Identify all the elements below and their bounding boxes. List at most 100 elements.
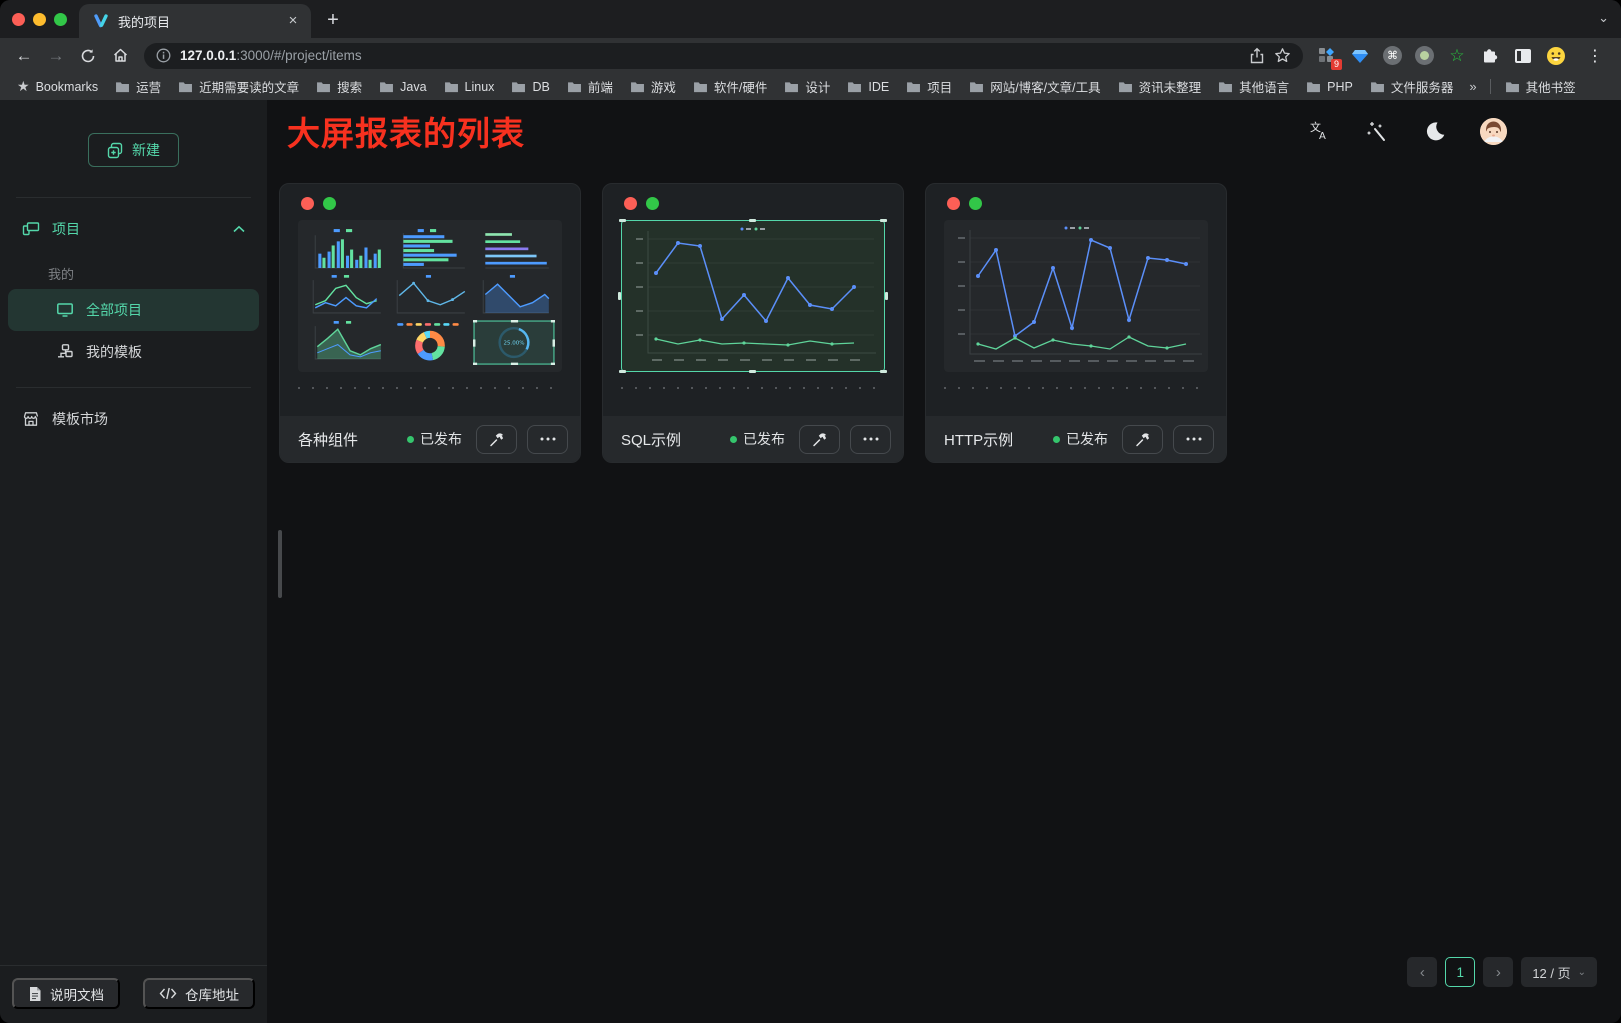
bookmark-star-icon[interactable] <box>1274 47 1291 64</box>
bookmark-folder[interactable]: 搜索 <box>309 75 369 98</box>
next-page-button[interactable]: › <box>1483 957 1513 987</box>
folder-icon <box>693 81 708 93</box>
dark-mode-button[interactable] <box>1422 118 1448 144</box>
command-extension-icon[interactable]: ⌘ <box>1383 46 1402 65</box>
bookmark-folder[interactable]: 游戏 <box>623 75 683 98</box>
folder-icon <box>444 81 459 93</box>
folder-icon <box>178 81 193 93</box>
storefront-icon <box>22 410 40 428</box>
site-info-icon[interactable] <box>156 48 171 63</box>
mini-bar-chart <box>305 227 387 272</box>
bookmark-folder[interactable]: 近期需要读的文章 <box>171 75 306 98</box>
scrollbar-thumb[interactable] <box>278 530 282 598</box>
bookmarks-root-folder[interactable]: ★Bookmarks <box>10 76 105 97</box>
edit-project-button[interactable] <box>799 425 840 454</box>
browser-tab[interactable]: 我的项目 × <box>79 4 311 38</box>
chevron-up-icon[interactable] <box>233 225 245 233</box>
project-card[interactable]: HTTP示例 已发布 <box>925 183 1227 463</box>
more-actions-button[interactable] <box>527 425 568 454</box>
bookmarks-overflow-chevron[interactable]: » <box>1463 79 1482 94</box>
tampermonkey-extension-icon[interactable]: 9 <box>1317 46 1337 66</box>
close-window-button[interactable] <box>12 13 25 26</box>
bookmark-folder[interactable]: 文件服务器 <box>1363 75 1461 98</box>
sidebar-item-all-projects[interactable]: 全部项目 <box>8 289 259 331</box>
repo-button[interactable]: 仓库地址 <box>143 978 255 1009</box>
profile-emoji-icon[interactable] <box>1546 46 1566 66</box>
card-green-dot <box>323 197 336 210</box>
forward-button[interactable]: → <box>42 42 70 70</box>
sidebar-sub-label: 我的 <box>8 250 259 289</box>
sidebar-item-my-templates[interactable]: 我的模板 <box>8 331 259 373</box>
sidebar-group-projects[interactable]: 项目 <box>8 208 259 250</box>
bookmark-folder[interactable]: 网站/博客/文章/工具 <box>962 75 1107 98</box>
home-button[interactable] <box>106 42 134 70</box>
green-star-extension-icon[interactable]: ☆ <box>1447 46 1467 66</box>
main-content: 大屏报表的列表 文A <box>267 100 1621 1023</box>
extensions-puzzle-icon[interactable] <box>1480 46 1500 66</box>
theme-wand-button[interactable] <box>1364 118 1390 144</box>
zoom-window-button[interactable] <box>54 13 67 26</box>
bookmark-folder[interactable]: 项目 <box>899 75 959 98</box>
status-dot <box>407 436 414 443</box>
docs-button[interactable]: 说明文档 <box>12 978 120 1009</box>
mini-line-chart-single <box>389 274 471 319</box>
record-extension-icon[interactable] <box>1415 46 1434 65</box>
page-size-select[interactable]: 12 / 页⌄ <box>1521 957 1597 987</box>
other-bookmarks-folder[interactable]: 其他书签 <box>1498 75 1583 98</box>
bookmark-folder[interactable]: 前端 <box>560 75 620 98</box>
folder-icon <box>630 81 645 93</box>
project-thumbnail-selected[interactable] <box>621 220 885 372</box>
new-tab-button[interactable]: + <box>319 7 347 35</box>
minimize-window-button[interactable] <box>33 13 46 26</box>
bookmark-folder[interactable]: 软件/硬件 <box>686 75 774 98</box>
prev-page-button[interactable]: ‹ <box>1407 957 1437 987</box>
card-title: HTTP示例 <box>944 429 1043 450</box>
bookmark-folder[interactable]: IDE <box>840 78 896 96</box>
reload-button[interactable] <box>74 42 102 70</box>
create-copy-icon <box>107 142 124 159</box>
project-thumbnail[interactable] <box>944 220 1208 372</box>
project-card[interactable]: 25.00% 各种组件 已发布 <box>279 183 581 463</box>
page-header: 大屏报表的列表 文A <box>267 100 1621 162</box>
chrome-menu-icon[interactable]: ⋮ <box>1579 46 1607 66</box>
bookmark-folder[interactable]: 设计 <box>777 75 837 98</box>
bookmark-folder[interactable]: Java <box>372 78 433 96</box>
gem-extension-icon[interactable] <box>1350 46 1370 66</box>
star-icon: ★ <box>17 78 30 95</box>
bookmark-folder[interactable]: 其他语言 <box>1211 75 1296 98</box>
current-page-button[interactable]: 1 <box>1445 957 1475 987</box>
page-title: 大屏报表的列表 <box>287 107 525 155</box>
line-chart-preview <box>622 221 884 371</box>
bookmark-folder[interactable]: 资讯未整理 <box>1111 75 1209 98</box>
card-footer: 各种组件 已发布 <box>280 416 580 462</box>
edit-project-button[interactable] <box>476 425 517 454</box>
back-button[interactable]: ← <box>10 42 38 70</box>
user-avatar[interactable] <box>1480 118 1507 145</box>
language-toggle-button[interactable]: 文A <box>1306 118 1332 144</box>
bookmark-folder[interactable]: PHP <box>1299 78 1360 96</box>
tab-close-icon[interactable]: × <box>285 13 301 29</box>
card-title: SQL示例 <box>621 429 720 450</box>
bookmark-folder[interactable]: 运营 <box>108 75 168 98</box>
project-thumbnail[interactable]: 25.00% <box>298 220 562 372</box>
mini-hbar-multicolor-chart <box>473 227 555 272</box>
bookmark-folder[interactable]: Linux <box>437 78 502 96</box>
home-icon <box>112 47 129 64</box>
card-title: 各种组件 <box>298 429 397 450</box>
new-project-button[interactable]: 新建 <box>88 133 179 167</box>
share-icon[interactable] <box>1249 47 1265 64</box>
edit-project-button[interactable] <box>1122 425 1163 454</box>
address-bar[interactable]: 127.0.0.1:3000/#/project/items <box>144 43 1303 69</box>
dotted-divider <box>621 387 885 389</box>
bookmark-folder[interactable]: DB <box>504 78 556 96</box>
folder-icon <box>906 81 921 93</box>
more-actions-button[interactable] <box>1173 425 1214 454</box>
side-panel-icon[interactable] <box>1513 46 1533 66</box>
extensions-area: 9 ⌘ ☆ ⋮ <box>1313 46 1611 66</box>
tab-search-chevron-icon[interactable]: ⌄ <box>1598 10 1609 26</box>
more-actions-button[interactable] <box>850 425 891 454</box>
pagination: ‹ 1 › 12 / 页⌄ <box>1407 957 1597 987</box>
sidebar-item-template-market[interactable]: 模板市场 <box>8 398 259 440</box>
mini-donut-chart <box>389 320 471 365</box>
project-card[interactable]: SQL示例 已发布 <box>602 183 904 463</box>
